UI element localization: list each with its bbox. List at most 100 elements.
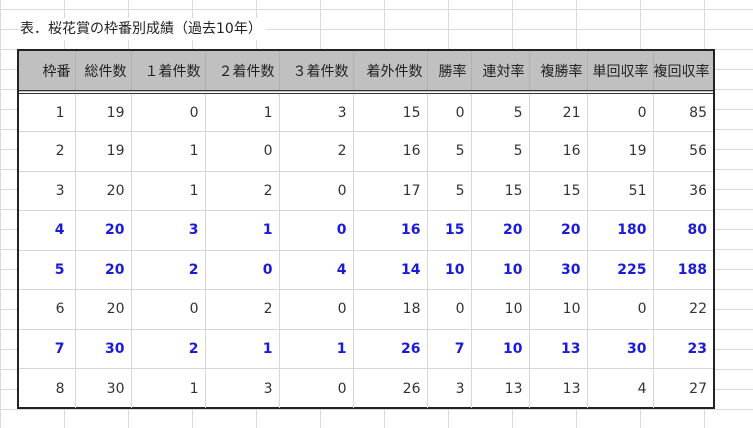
header-total-count[interactable]: 総件数 xyxy=(75,51,132,92)
cell-third-place[interactable]: 0 xyxy=(279,289,354,330)
header-win-return[interactable]: 単回収率 xyxy=(587,51,654,92)
cell-top2-rate[interactable]: 10 xyxy=(471,289,530,330)
cell-place-return[interactable]: 22 xyxy=(653,289,713,330)
cell-win-rate[interactable]: 0 xyxy=(427,289,472,330)
cell-win-rate[interactable]: 15 xyxy=(427,210,472,251)
cell-first-place[interactable]: 0 xyxy=(131,92,206,132)
cell-top3-rate[interactable]: 20 xyxy=(529,210,588,251)
cell-first-place[interactable]: 2 xyxy=(131,329,206,369)
cell-win-return[interactable]: 51 xyxy=(587,171,654,211)
cell-unplaced[interactable]: 18 xyxy=(353,289,428,330)
header-top3-rate[interactable]: 複勝率 xyxy=(529,51,588,92)
cell-total-count[interactable]: 20 xyxy=(75,171,132,211)
cell-top2-rate[interactable]: 10 xyxy=(471,329,530,369)
cell-win-rate[interactable]: 10 xyxy=(427,250,472,290)
cell-top2-rate[interactable]: 5 xyxy=(471,92,530,132)
cell-third-place[interactable]: 0 xyxy=(279,368,354,408)
cell-top2-rate[interactable]: 13 xyxy=(471,368,530,408)
cell-win-rate[interactable]: 0 xyxy=(427,92,472,132)
cell-total-count[interactable]: 19 xyxy=(75,92,132,132)
header-place-return[interactable]: 複回収率 xyxy=(653,51,713,92)
cell-win-return[interactable]: 30 xyxy=(587,329,654,369)
cell-post-position[interactable]: 1 xyxy=(19,92,76,132)
cell-post-position[interactable]: 6 xyxy=(19,289,76,330)
cell-total-count[interactable]: 20 xyxy=(75,210,132,251)
cell-second-place[interactable]: 2 xyxy=(205,171,280,211)
cell-post-position[interactable]: 7 xyxy=(19,329,76,369)
cell-place-return[interactable]: 56 xyxy=(653,131,713,172)
cell-second-place[interactable]: 0 xyxy=(205,250,280,290)
cell-second-place[interactable]: 3 xyxy=(205,368,280,408)
cell-top3-rate[interactable]: 16 xyxy=(529,131,588,172)
cell-total-count[interactable]: 20 xyxy=(75,289,132,330)
cell-top2-rate[interactable]: 10 xyxy=(471,250,530,290)
cell-total-count[interactable]: 20 xyxy=(75,250,132,290)
cell-unplaced[interactable]: 26 xyxy=(353,329,428,369)
cell-first-place[interactable]: 0 xyxy=(131,289,206,330)
cell-top3-rate[interactable]: 13 xyxy=(529,329,588,369)
cell-top3-rate[interactable]: 15 xyxy=(529,171,588,211)
cell-top3-rate[interactable]: 21 xyxy=(529,92,588,132)
cell-place-return[interactable]: 36 xyxy=(653,171,713,211)
cell-first-place[interactable]: 2 xyxy=(131,250,206,290)
cell-unplaced[interactable]: 14 xyxy=(353,250,428,290)
cell-total-count[interactable]: 30 xyxy=(75,368,132,408)
cell-third-place[interactable]: 0 xyxy=(279,171,354,211)
cell-third-place[interactable]: 2 xyxy=(279,131,354,172)
cell-first-place[interactable]: 1 xyxy=(131,131,206,172)
cell-post-position[interactable]: 2 xyxy=(19,131,76,172)
cell-unplaced[interactable]: 15 xyxy=(353,92,428,132)
cell-top2-rate[interactable]: 5 xyxy=(471,131,530,172)
cell-post-position[interactable]: 3 xyxy=(19,171,76,211)
header-third-place[interactable]: ３着件数 xyxy=(279,51,354,92)
cell-second-place[interactable]: 1 xyxy=(205,92,280,132)
cell-first-place[interactable]: 3 xyxy=(131,210,206,251)
cell-win-return[interactable]: 0 xyxy=(587,289,654,330)
cell-win-return[interactable]: 4 xyxy=(587,368,654,408)
cell-top3-rate[interactable]: 13 xyxy=(529,368,588,408)
cell-total-count[interactable]: 30 xyxy=(75,329,132,369)
cell-second-place[interactable]: 2 xyxy=(205,289,280,330)
cell-win-rate[interactable]: 3 xyxy=(427,368,472,408)
cell-unplaced[interactable]: 26 xyxy=(353,368,428,408)
cell-first-place[interactable]: 1 xyxy=(131,171,206,211)
cell-third-place[interactable]: 0 xyxy=(279,210,354,251)
cell-post-position[interactable]: 4 xyxy=(19,210,76,251)
cell-win-return[interactable]: 0 xyxy=(587,92,654,132)
cell-place-return[interactable]: 27 xyxy=(653,369,713,409)
cell-win-return[interactable]: 225 xyxy=(587,250,654,290)
header-post-position[interactable]: 枠番 xyxy=(19,51,76,92)
cell-total-count[interactable]: 19 xyxy=(75,131,132,172)
cell-first-place[interactable]: 1 xyxy=(131,368,206,408)
cell-second-place[interactable]: 0 xyxy=(205,131,280,172)
header-win-rate[interactable]: 勝率 xyxy=(427,51,472,92)
cell-third-place[interactable]: 3 xyxy=(279,92,354,132)
cell-unplaced[interactable]: 16 xyxy=(353,131,428,172)
cell-place-return[interactable]: 85 xyxy=(653,92,713,132)
cell-place-return[interactable]: 23 xyxy=(653,329,713,369)
cell-top2-rate[interactable]: 20 xyxy=(471,210,530,251)
cell-unplaced[interactable]: 16 xyxy=(353,210,428,251)
cell-top2-rate[interactable]: 15 xyxy=(471,171,530,211)
cell-place-return[interactable]: 80 xyxy=(653,210,713,251)
cell-third-place[interactable]: 4 xyxy=(279,250,354,290)
cell-win-return[interactable]: 19 xyxy=(587,131,654,172)
cell-post-position[interactable]: 5 xyxy=(19,250,76,290)
cell-win-return[interactable]: 180 xyxy=(587,210,654,251)
cell-win-rate[interactable]: 5 xyxy=(427,171,472,211)
cell-top3-rate[interactable]: 10 xyxy=(529,289,588,330)
header-unplaced[interactable]: 着外件数 xyxy=(353,51,428,92)
header-second-place[interactable]: ２着件数 xyxy=(205,51,280,92)
cell-win-rate[interactable]: 7 xyxy=(427,329,472,369)
cell-unplaced[interactable]: 17 xyxy=(353,171,428,211)
cell-second-place[interactable]: 1 xyxy=(205,329,280,369)
header-top2-rate[interactable]: 連対率 xyxy=(471,51,530,92)
cell-post-position[interactable]: 8 xyxy=(19,368,76,408)
cell-second-place[interactable]: 1 xyxy=(205,210,280,251)
cell-win-rate[interactable]: 5 xyxy=(427,131,472,172)
cell-place-return[interactable]: 188 xyxy=(653,250,713,290)
cell-third-place[interactable]: 1 xyxy=(279,329,354,369)
spreadsheet-grid[interactable]: 表．桜花賞の枠番別成績（過去10年） 枠番 総件数 １着件数 ２着件数 ３着件数… xyxy=(0,0,753,428)
cell-top3-rate[interactable]: 30 xyxy=(529,250,588,290)
header-first-place[interactable]: １着件数 xyxy=(131,51,206,92)
